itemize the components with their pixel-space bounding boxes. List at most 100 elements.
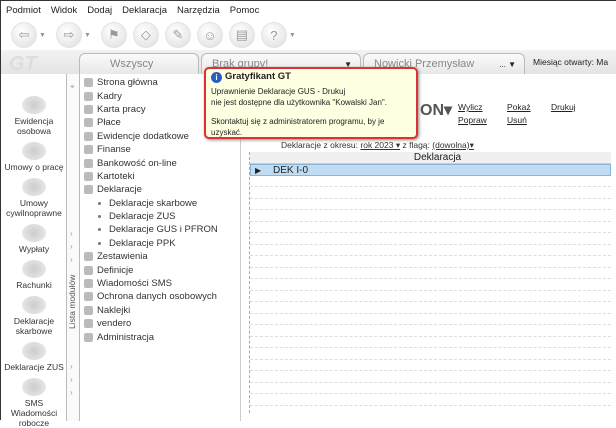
contract-icon	[22, 178, 46, 196]
back-icon[interactable]: ⇦	[11, 22, 37, 48]
module-icon	[84, 252, 93, 262]
chevron-right-icon[interactable]: ›	[70, 375, 73, 384]
table-row[interactable]	[250, 325, 611, 337]
menu-podmiot[interactable]: Podmiot	[6, 5, 41, 16]
bullet-icon	[98, 228, 101, 232]
forward-icon[interactable]: ⇨	[55, 22, 82, 48]
table-row[interactable]	[250, 279, 611, 291]
tree-item[interactable]: Deklaracje GUS i PFRON	[80, 223, 240, 236]
menu-widok[interactable]: Widok	[51, 5, 77, 16]
table-row[interactable]	[250, 291, 611, 302]
start-icon[interactable]: ⚑	[100, 22, 127, 48]
chevron-right-icon[interactable]: ›	[70, 229, 73, 238]
column-header-deklaracja[interactable]: Deklaracja	[250, 152, 611, 164]
tree-item[interactable]: Ochrona danych osobowych	[80, 290, 240, 303]
table-row[interactable]	[250, 360, 611, 371]
tree-item[interactable]: Bankowość on-line	[80, 156, 240, 169]
edit-icon[interactable]: ✎	[164, 22, 191, 48]
tree-item[interactable]: Zestawienia	[80, 250, 240, 263]
bill-icon	[22, 260, 46, 278]
info-icon: i	[211, 72, 222, 83]
table-row[interactable]	[250, 348, 611, 360]
table-row[interactable]	[250, 210, 611, 222]
shortcut-deklaracje-zus[interactable]: Deklaracje ZUS	[1, 342, 67, 372]
menu-pomoc[interactable]: Pomoc	[230, 5, 260, 16]
forward-dropdown[interactable]: ▼	[84, 32, 91, 39]
module-shortcuts: Ewidencja osobowa Umowy o pracę Umowy cy…	[1, 74, 67, 428]
tree-item[interactable]: Definicje	[80, 263, 240, 276]
chevron-right-icon[interactable]: ›	[70, 388, 73, 397]
table-row[interactable]	[250, 268, 611, 279]
month-open-label: Miesiąc otwarty: Ma	[533, 57, 609, 67]
shortcut-label: Umowy cywilnoprawne	[6, 198, 62, 218]
shortcut-wyplaty[interactable]: Wypłaty	[1, 224, 67, 254]
drukuj-link[interactable]: Drukuj	[551, 102, 576, 112]
tree-item[interactable]: Deklaracje skarbowe	[80, 197, 240, 210]
table-row[interactable]	[250, 337, 611, 348]
module-icon	[84, 131, 93, 141]
table-row[interactable]	[250, 256, 611, 268]
popraw-link[interactable]: Popraw	[458, 115, 487, 125]
chevron-right-icon[interactable]: ›	[70, 362, 73, 371]
wylicz-link[interactable]: Wylicz	[458, 102, 482, 112]
shortcut-deklaracje-skarbowe[interactable]: Deklaracje skarbowe	[1, 296, 67, 336]
tree-item[interactable]: Finanse	[80, 143, 240, 156]
tooltip-line: Uprawnienie Deklaracje GUS - Drukuj	[211, 87, 346, 96]
help-icon[interactable]: ?	[260, 22, 287, 48]
shortcut-sms[interactable]: SMS Wiadomości robocze	[1, 378, 67, 428]
tree-item-label: Administracja	[97, 331, 155, 343]
table-row[interactable]	[250, 222, 611, 233]
tree-item-label: Kadry	[97, 90, 122, 102]
usun-link[interactable]: Usuń	[507, 115, 527, 125]
tree-item[interactable]: vendero	[80, 317, 240, 330]
tree-item[interactable]: Deklaracje ZUS	[80, 210, 240, 223]
shortcut-ewidencja[interactable]: Ewidencja osobowa	[1, 96, 67, 136]
table-row[interactable]: ▶ DEK I-0	[250, 164, 611, 176]
shortcut-umowy-cywilnoprawne[interactable]: Umowy cywilnoprawne	[1, 178, 67, 218]
table-row[interactable]	[250, 233, 611, 245]
module-icon	[84, 292, 93, 302]
help-dropdown[interactable]: ▼	[289, 32, 296, 39]
table-row[interactable]	[250, 383, 611, 394]
module-icon	[84, 265, 93, 275]
tree-item[interactable]: Deklaracje PPK	[80, 237, 240, 250]
tab-wszyscy[interactable]: Wszyscy	[79, 53, 199, 74]
pokaz-link[interactable]: Pokaż	[507, 102, 531, 112]
tree-item-label: Definicje	[97, 264, 134, 276]
users-icon[interactable]: ☺	[196, 22, 223, 48]
menu-narzedzia[interactable]: Narzędzia	[177, 5, 220, 16]
flag-dropdown[interactable]: (dowolna)▾	[432, 140, 474, 150]
print-icon[interactable]: ▤	[228, 22, 255, 48]
tree-item-label: Zestawienia	[97, 251, 148, 263]
tree-item[interactable]: Administracja	[80, 330, 240, 343]
tree-item[interactable]: Naklejki	[80, 304, 240, 317]
table-row[interactable]	[250, 199, 611, 210]
menu-dodaj[interactable]: Dodaj	[87, 5, 112, 16]
table-row[interactable]	[250, 176, 611, 187]
table-row[interactable]	[250, 302, 611, 314]
shortcut-umowy-o-prace[interactable]: Umowy o pracę	[1, 142, 67, 172]
tree-item-label: Karta pracy	[97, 103, 146, 115]
toolbar: ⇦ ▼ ⇨ ▼ ⚑ ◇ ✎ ☺ ▤ ? ▼	[1, 20, 616, 50]
back-dropdown[interactable]: ▼	[39, 32, 46, 39]
pin-icon[interactable]: ⌖	[70, 82, 75, 92]
period-dropdown[interactable]: rok 2023 ▾	[360, 140, 400, 150]
chevron-down-icon[interactable]: ▼	[508, 60, 516, 69]
tooltip-title: Gratyfikant GT	[225, 71, 291, 83]
tree-item[interactable]: Kartoteki	[80, 170, 240, 183]
section-title-dropdown[interactable]: ON▾	[420, 100, 452, 120]
table-row[interactable]	[250, 187, 611, 199]
table-row[interactable]	[250, 245, 611, 256]
table-row[interactable]	[250, 314, 611, 325]
tree-item-label: Deklaracje PPK	[109, 237, 176, 249]
tree-item[interactable]: Deklaracje	[80, 183, 240, 196]
zus-icon	[22, 342, 46, 360]
tree-item[interactable]: Wiadomości SMS	[80, 277, 240, 290]
shortcut-rachunki[interactable]: Rachunki	[1, 260, 67, 290]
table-row[interactable]	[250, 394, 611, 406]
table-row[interactable]	[250, 371, 611, 383]
tag-icon[interactable]: ◇	[132, 22, 159, 48]
menu-deklaracja[interactable]: Deklaracja	[122, 5, 167, 16]
module-list-strip[interactable]: ⌖ › › › › › › Lista modułów	[66, 74, 80, 421]
tree-item-label: Deklaracje	[97, 184, 142, 196]
